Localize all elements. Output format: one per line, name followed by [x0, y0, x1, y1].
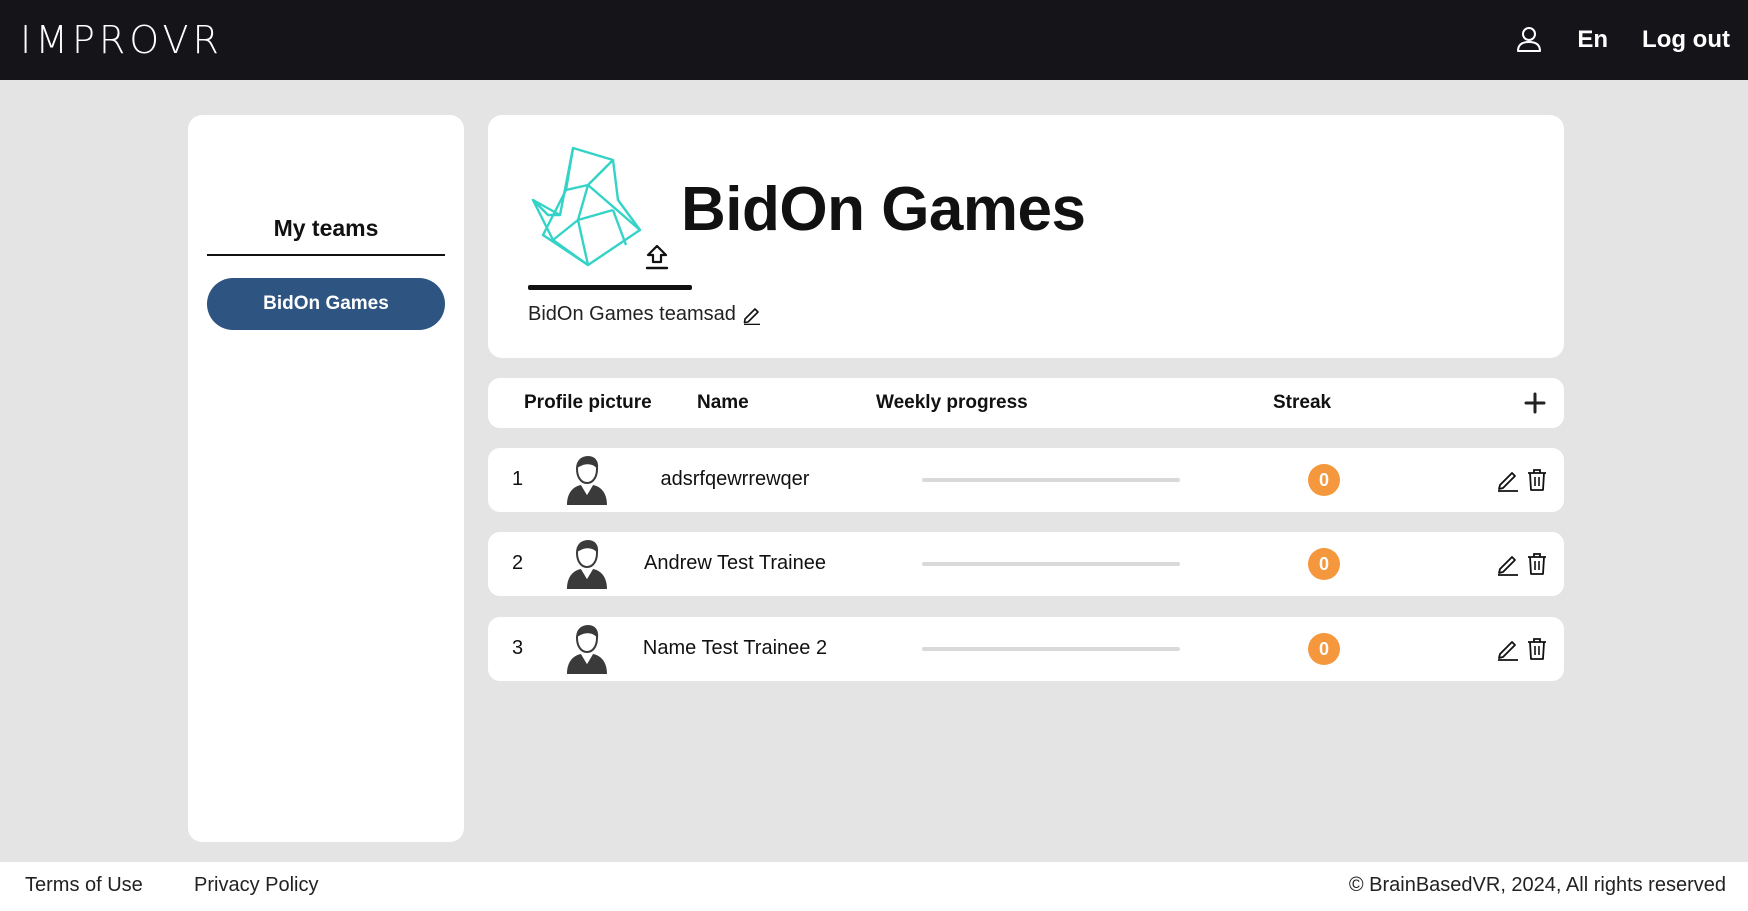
- upload-icon[interactable]: [644, 243, 670, 271]
- column-header-streak: Streak: [1273, 392, 1332, 413]
- privacy-policy-link[interactable]: Privacy Policy: [194, 874, 318, 897]
- member-name: Name Test Trainee 2: [642, 637, 828, 659]
- member-name: Andrew Test Trainee: [644, 552, 826, 574]
- streak-badge: 0: [1308, 548, 1340, 580]
- top-navigation-bar: IMPROVR En Log out: [0, 0, 1748, 80]
- avatar: [567, 539, 607, 589]
- delete-member-icon[interactable]: [1526, 637, 1548, 661]
- team-logo-image: [531, 146, 642, 267]
- streak-badge: 0: [1308, 633, 1340, 665]
- column-header-profile-picture: Profile picture: [524, 392, 652, 413]
- language-selector[interactable]: En: [1577, 26, 1608, 54]
- copyright-text: © BrainBasedVR, 2024, All rights reserve…: [1348, 874, 1726, 896]
- team-description: BidOn Games teamsad: [528, 303, 736, 325]
- edit-member-icon[interactable]: [1496, 552, 1520, 576]
- add-member-icon[interactable]: [1523, 391, 1547, 415]
- column-header-weekly-progress: Weekly progress: [876, 392, 1028, 413]
- team-description-row: BidOn Games teamsad: [528, 303, 762, 326]
- weekly-progress-bar: [922, 562, 1180, 566]
- row-index: 1: [512, 468, 524, 490]
- edit-description-icon[interactable]: [742, 305, 762, 325]
- avatar: [567, 455, 607, 505]
- member-name: adsrfqewrrewqer: [660, 468, 810, 490]
- edit-member-icon[interactable]: [1496, 637, 1520, 661]
- edit-member-icon[interactable]: [1496, 468, 1520, 492]
- team-title: BidOn Games: [681, 175, 1086, 244]
- team-info-card: BidOn Games BidOn Games teamsad: [488, 115, 1564, 358]
- row-index: 2: [512, 552, 524, 574]
- my-teams-heading: My teams: [207, 215, 445, 256]
- delete-member-icon[interactable]: [1526, 552, 1548, 576]
- app-logo[interactable]: IMPROVR: [20, 21, 223, 59]
- row-index: 3: [512, 637, 524, 659]
- streak-badge: 0: [1308, 464, 1340, 496]
- avatar: [567, 624, 607, 674]
- weekly-progress-bar: [922, 647, 1180, 651]
- sidebar-item-team[interactable]: BidOn Games: [207, 278, 445, 330]
- header-actions: En Log out: [1515, 26, 1730, 54]
- members-table-header: Profile picture Name Weekly progress Str…: [488, 378, 1564, 428]
- weekly-progress-bar: [922, 478, 1180, 482]
- column-header-name: Name: [697, 392, 749, 413]
- teams-sidebar: My teams BidOn Games: [188, 115, 464, 842]
- logout-button[interactable]: Log out: [1642, 26, 1730, 54]
- page-footer: Terms of Use Privacy Policy © BrainBased…: [0, 862, 1748, 911]
- terms-of-use-link[interactable]: Terms of Use: [25, 874, 143, 897]
- table-row: 3 Name Test Trainee 2 0: [488, 617, 1564, 681]
- logo-divider: [528, 285, 692, 290]
- delete-member-icon[interactable]: [1526, 468, 1548, 492]
- table-row: 1 adsrfqewrrewqer 0: [488, 448, 1564, 512]
- table-row: 2 Andrew Test Trainee 0: [488, 532, 1564, 596]
- user-profile-icon[interactable]: [1515, 26, 1543, 54]
